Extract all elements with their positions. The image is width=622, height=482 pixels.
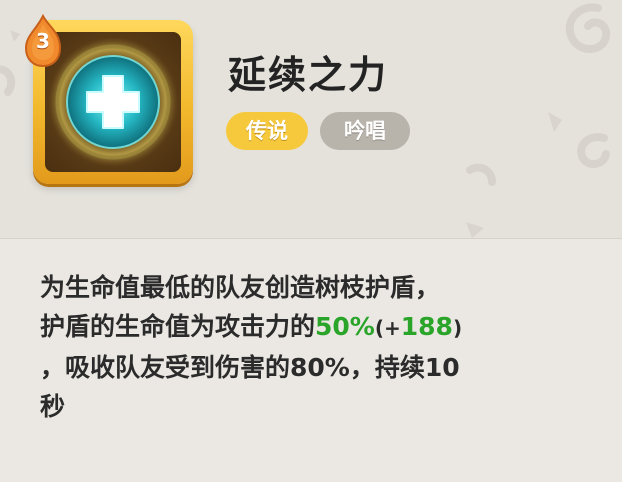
rarity-tag: 传说 <box>226 112 308 150</box>
bonus-paren-open: (+ <box>374 316 401 340</box>
bonus-paren-close: ) <box>452 316 463 340</box>
heal-cross-icon <box>47 36 179 168</box>
description-line-4: 秒 <box>40 392 66 421</box>
description-line-1: 为生命值最低的队友创造树枝护盾， <box>40 273 441 302</box>
level-value: 3 <box>36 29 50 53</box>
skill-header: 3 延续之力 传说 吟唱 <box>0 0 622 238</box>
skill-icon-background <box>45 32 181 172</box>
skill-description: 为生命值最低的队友创造树枝护盾， 护盾的生命值为攻击力的50%(+188) ，吸… <box>40 268 600 426</box>
shield-bonus-value: 188 <box>400 312 453 341</box>
shield-percent-value: 50% <box>315 312 375 341</box>
level-badge: 3 <box>22 13 64 68</box>
skill-type-tag: 吟唱 <box>320 112 410 150</box>
skill-title: 延续之力 <box>228 53 389 97</box>
skill-card: 3 延续之力 传说 吟唱 为生命值最低的队友创造树枝护盾， 护盾的生命值为攻击力… <box>0 0 622 482</box>
description-line-2-text: 护盾的生命值为攻击力的 <box>40 312 316 341</box>
description-line-2: 护盾的生命值为攻击力的50%(+188) <box>40 307 600 348</box>
description-line-3: ，吸收队友受到伤害的80%，持续10 <box>40 353 460 382</box>
